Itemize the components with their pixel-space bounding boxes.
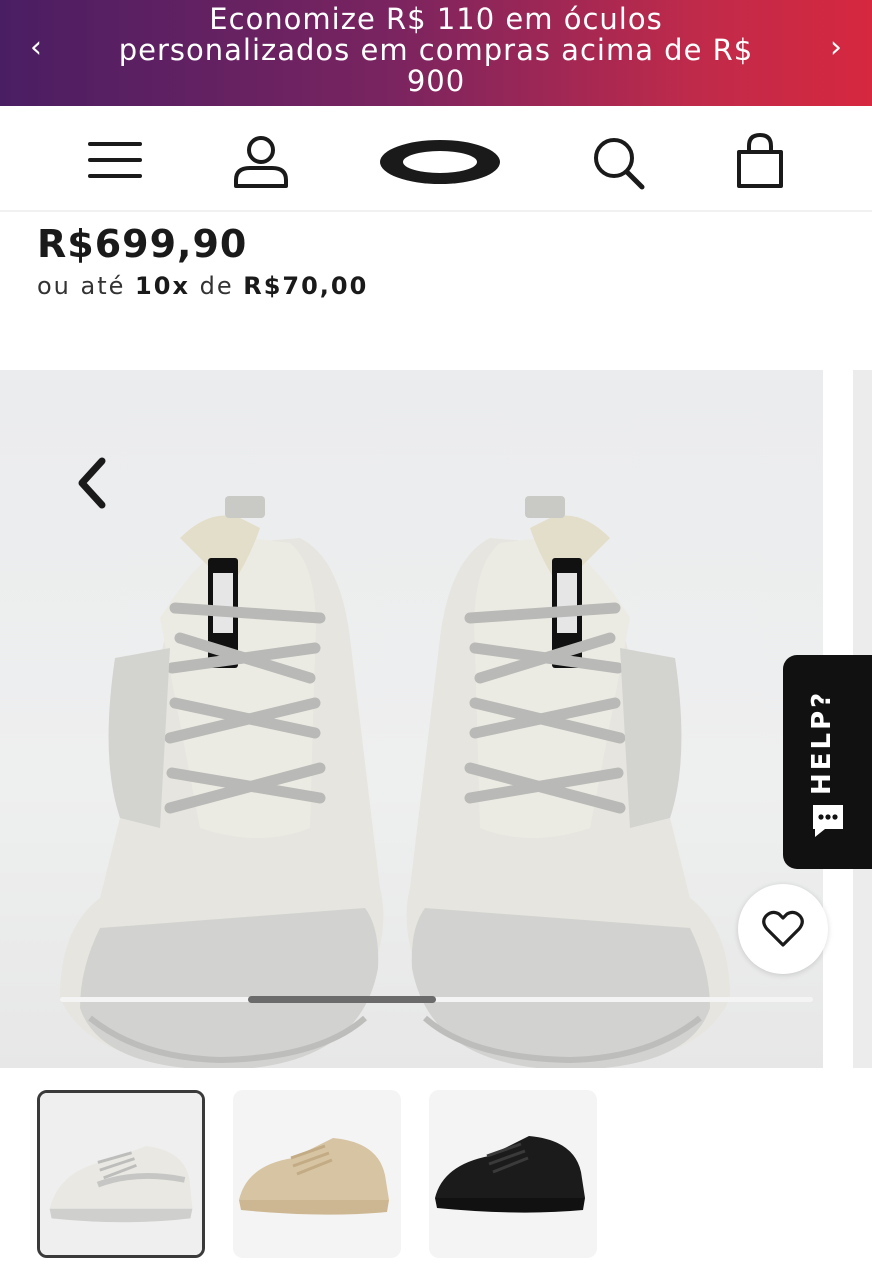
installments-info: ou até 10x de R$70,00 (37, 272, 368, 300)
menu-icon[interactable] (86, 140, 144, 184)
gallery-scroll-thumb[interactable] (248, 996, 436, 1003)
heart-icon (762, 910, 804, 947)
gallery-scroll-track[interactable] (60, 997, 813, 1002)
installments-prefix: ou até (37, 272, 126, 300)
thumbnail-white[interactable] (37, 1090, 205, 1258)
promo-text[interactable]: Economize R$ 110 em óculos personalizado… (90, 4, 782, 97)
site-header (0, 106, 872, 212)
thumbnail-black[interactable] (429, 1090, 597, 1258)
installments-count: 10x (135, 272, 190, 300)
promo-banner: ‹ Economize R$ 110 em óculos personaliza… (0, 0, 872, 106)
product-image-sneakers (60, 496, 730, 1068)
thumbnail-black-image (429, 1090, 597, 1258)
wishlist-button[interactable] (738, 884, 828, 974)
oakley-logo[interactable] (378, 138, 502, 190)
help-tab[interactable]: HELP? (783, 655, 872, 869)
gallery-prev-arrow-icon[interactable] (70, 455, 118, 511)
account-icon[interactable] (230, 134, 292, 194)
help-label: HELP? (807, 689, 837, 795)
search-icon[interactable] (590, 136, 648, 194)
thumbnail-sand-image (233, 1090, 401, 1258)
thumbnail-white-image (40, 1093, 202, 1255)
product-image-gallery[interactable] (0, 370, 823, 1068)
thumbnail-sand[interactable] (233, 1090, 401, 1258)
promo-prev-arrow-icon[interactable]: ‹ (30, 30, 42, 65)
chat-icon (811, 803, 845, 843)
installments-value: R$70,00 (243, 272, 369, 300)
installments-mid: de (199, 272, 234, 300)
product-price: R$699,90 (37, 222, 248, 266)
bag-icon[interactable] (734, 132, 786, 194)
promo-next-arrow-icon[interactable]: › (830, 30, 842, 65)
